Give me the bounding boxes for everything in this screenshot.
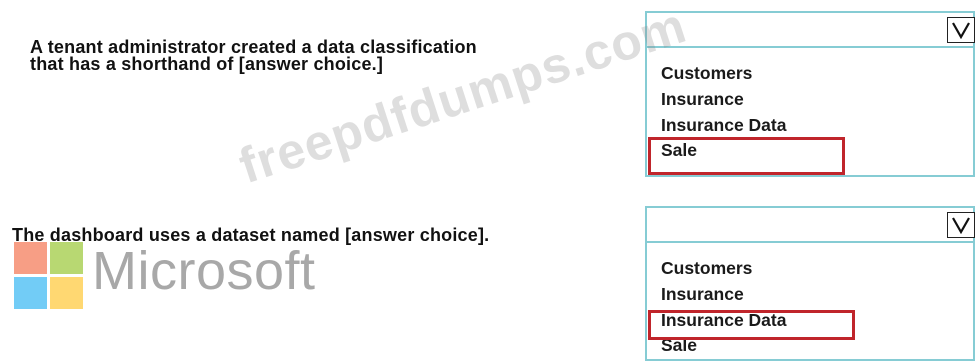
- answer-highlight-2: [648, 310, 855, 340]
- dropdown-1-toggle[interactable]: [947, 17, 975, 43]
- dropdown-1-option-insurance-data[interactable]: Insurance Data: [661, 115, 786, 136]
- dropdown-2-toggle[interactable]: [947, 212, 975, 238]
- dropdown-1-select[interactable]: [647, 13, 975, 48]
- answer-highlight-1: [648, 137, 845, 175]
- watermark-text: freepdfdumps.com: [232, 0, 693, 195]
- dropdown-1-option-insurance[interactable]: Insurance: [661, 89, 744, 110]
- dropdown-1-option-customers[interactable]: Customers: [661, 63, 752, 84]
- microsoft-wordmark: Microsoft: [92, 241, 316, 301]
- logo-blue-square: [14, 277, 47, 309]
- dropdown-2-option-insurance[interactable]: Insurance: [661, 284, 744, 305]
- dropdown-2-select[interactable]: [647, 208, 975, 243]
- question-1-text: A tenant administrator created a data cl…: [30, 38, 630, 74]
- microsoft-logo-icon: [14, 242, 84, 310]
- logo-red-square: [14, 242, 47, 274]
- chevron-down-icon: [952, 22, 970, 39]
- question-1-line-2: that has a shorthand of [answer choice.]: [30, 54, 384, 74]
- logo-yellow-square: [50, 277, 83, 309]
- chevron-down-icon: [952, 217, 970, 234]
- logo-green-square: [50, 242, 83, 274]
- dropdown-2-option-customers[interactable]: Customers: [661, 258, 752, 279]
